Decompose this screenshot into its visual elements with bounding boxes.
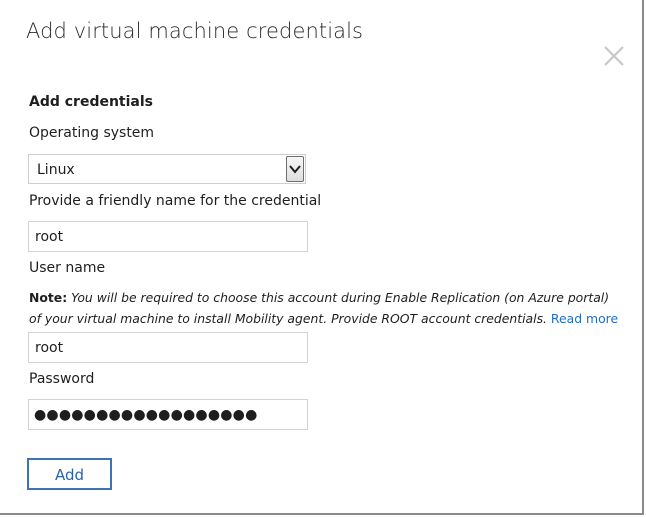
friendly-name-label: Provide a friendly name for the credenti… bbox=[29, 193, 322, 209]
friendly-name-input[interactable]: root bbox=[28, 221, 308, 252]
dialog-title: Add virtual machine credentials bbox=[26, 19, 364, 43]
note-text: You will be required to choose this acco… bbox=[29, 290, 610, 326]
os-select[interactable]: Linux bbox=[28, 154, 306, 184]
note-label: Note: bbox=[29, 290, 68, 305]
dialog: Add virtual machine credentials Add cred… bbox=[0, 0, 644, 515]
close-icon bbox=[604, 46, 624, 66]
dropdown-button[interactable] bbox=[286, 156, 304, 182]
section-title: Add credentials bbox=[29, 94, 154, 110]
password-value: ●●●●●●●●●●●●●●●●●● bbox=[34, 407, 258, 423]
note: Note: You will be required to choose thi… bbox=[29, 287, 619, 329]
username-label: User name bbox=[29, 260, 106, 276]
read-more-link[interactable]: Read more bbox=[551, 311, 618, 326]
password-input[interactable]: ●●●●●●●●●●●●●●●●●● bbox=[28, 399, 308, 430]
password-label: Password bbox=[29, 371, 95, 387]
close-button[interactable] bbox=[602, 44, 626, 68]
chevron-down-icon bbox=[289, 165, 301, 174]
friendly-name-value: root bbox=[35, 229, 64, 245]
os-label: Operating system bbox=[29, 125, 155, 141]
add-button[interactable]: Add bbox=[27, 458, 112, 490]
username-value: root bbox=[35, 340, 64, 356]
username-input[interactable]: root bbox=[28, 332, 308, 363]
os-select-value: Linux bbox=[37, 162, 75, 178]
